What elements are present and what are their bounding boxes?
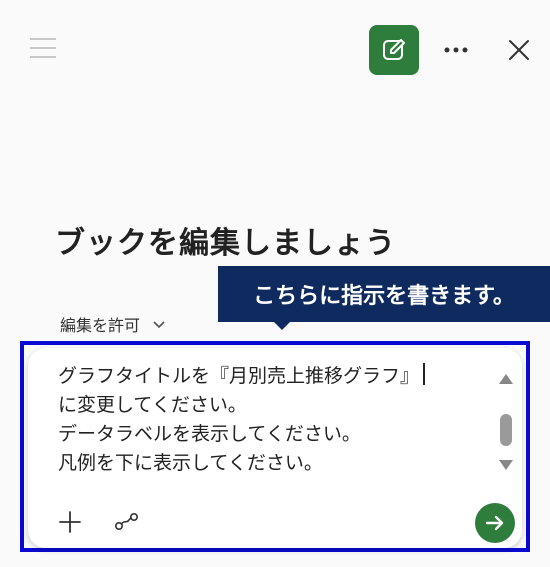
prompt-input[interactable]: グラフタイトルを『月別売上推移グラフ』 に変更してください。 データラベルを表示…	[58, 362, 488, 478]
text-caret	[423, 363, 426, 385]
scroll-up-icon[interactable]	[499, 374, 513, 384]
arrow-right-icon	[485, 515, 504, 531]
prompt-line: データラベルを表示してください。	[58, 423, 361, 445]
chevron-down-icon	[152, 320, 166, 329]
permission-label: 編集を許可	[60, 316, 141, 335]
scrollbar[interactable]	[496, 368, 516, 478]
close-button[interactable]	[504, 35, 534, 65]
prompt-composer[interactable]: グラフタイトルを『月別売上推移グラフ』 に変更してください。 データラベルを表示…	[28, 348, 522, 548]
more-horizontal-icon	[444, 47, 468, 53]
callout-tail	[272, 320, 292, 330]
edit-square-icon	[383, 39, 405, 60]
scroll-down-icon[interactable]	[499, 460, 513, 470]
send-button[interactable]	[475, 503, 515, 543]
add-button[interactable]	[56, 508, 84, 536]
annotation-callout: こちらに指示を書きます。	[218, 266, 550, 322]
callout-text: こちらに指示を書きます。	[253, 284, 515, 309]
prompt-line: グラフタイトルを『月別売上推移グラフ』	[58, 362, 488, 391]
prompt-line: 凡例を下に表示してください。	[58, 452, 323, 474]
edit-button[interactable]	[369, 25, 419, 75]
more-options-button[interactable]	[440, 35, 472, 65]
permission-dropdown[interactable]: 編集を許可	[60, 312, 166, 336]
plus-icon	[59, 511, 81, 533]
link-icon	[114, 512, 138, 531]
scroll-thumb[interactable]	[500, 414, 512, 446]
close-icon	[509, 40, 529, 60]
top-bar	[0, 0, 550, 100]
link-button[interactable]	[112, 508, 142, 536]
page-title: ブックを編集しましょう	[55, 226, 396, 261]
hamburger-menu-icon[interactable]	[30, 38, 56, 60]
prompt-line: に変更してください。	[58, 394, 247, 416]
